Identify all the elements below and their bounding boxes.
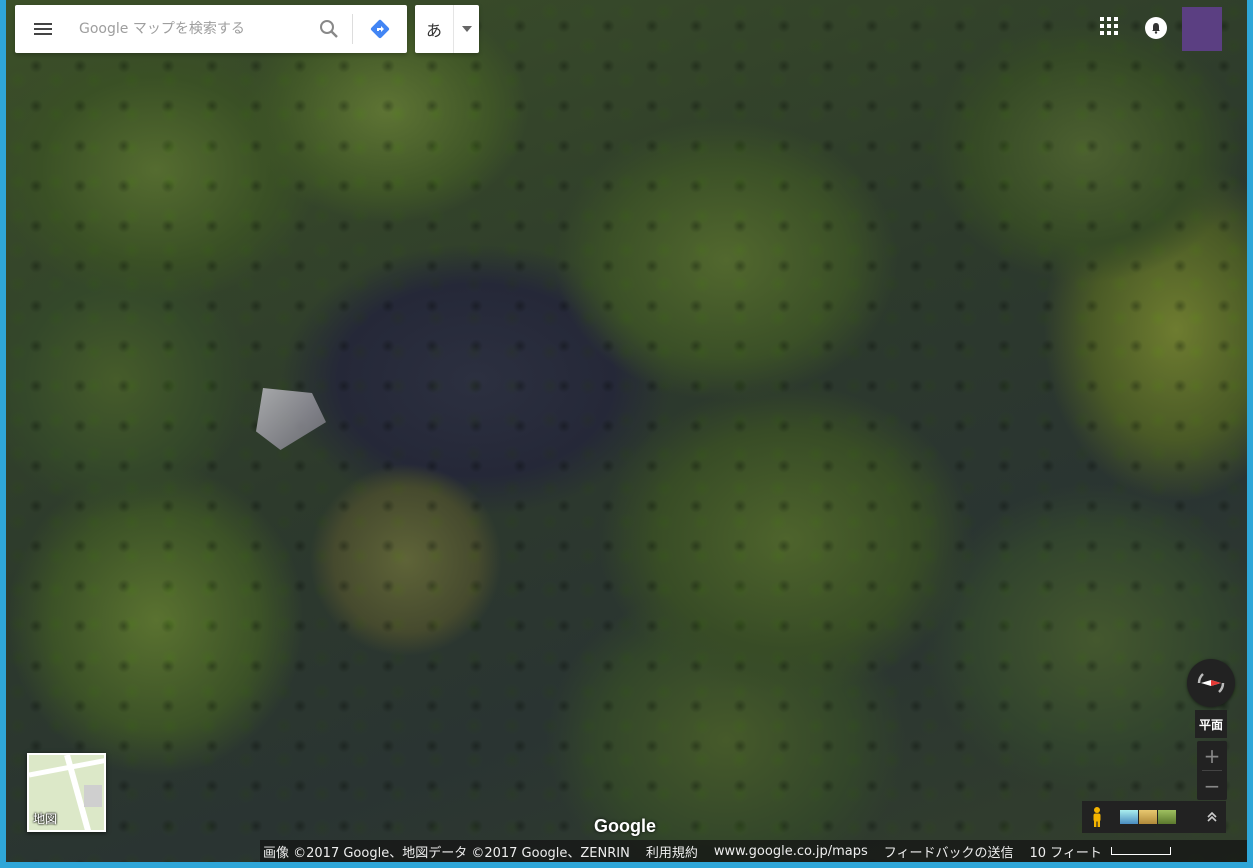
pegman-icon: [1093, 807, 1101, 827]
maps-url-link[interactable]: www.google.co.jp/maps: [711, 844, 871, 859]
street-view-imagery-bar: [1082, 801, 1226, 833]
search-button[interactable]: [306, 5, 352, 53]
input-method-button[interactable]: あ: [415, 17, 453, 41]
compass-icon: [1197, 673, 1225, 693]
minus-icon: −: [1203, 773, 1221, 798]
map-view-toggle[interactable]: 地図: [27, 753, 106, 832]
plus-icon: +: [1203, 743, 1221, 768]
imagery-thumbnails: [1120, 810, 1176, 824]
zoom-out-button[interactable]: −: [1197, 771, 1227, 800]
expand-imagery-button[interactable]: [1198, 801, 1226, 833]
minimap-label: 地図: [33, 812, 58, 826]
terms-link[interactable]: 利用規約: [643, 842, 701, 861]
map-footer: 画像 ©2017 Google、地図データ ©2017 Google、ZENRI…: [260, 840, 1247, 862]
scale-bar: [1110, 847, 1171, 855]
imagery-thumbnail[interactable]: [1158, 810, 1176, 824]
bell-icon: [1152, 23, 1160, 34]
input-method-dropdown[interactable]: [453, 5, 479, 53]
search-icon: [320, 20, 338, 38]
satellite-map-view[interactable]: [6, 0, 1247, 862]
notifications-button[interactable]: [1145, 17, 1167, 39]
hamburger-icon: [34, 23, 52, 35]
zoom-in-button[interactable]: +: [1197, 741, 1227, 770]
imagery-thumbnail[interactable]: [1139, 810, 1157, 824]
imagery-attribution: 画像 ©2017 Google、地図データ ©2017 Google、ZENRI…: [263, 845, 630, 861]
tilt-toggle-button[interactable]: 平面: [1195, 710, 1227, 738]
pegman-button[interactable]: [1082, 801, 1112, 833]
chevron-up-icon: [1207, 811, 1217, 822]
directions-icon: [370, 19, 390, 39]
input-method-selector: あ: [415, 5, 479, 53]
zoom-control: + −: [1197, 741, 1227, 800]
caret-down-icon: [461, 26, 472, 32]
compass-button[interactable]: [1187, 659, 1235, 707]
account-avatar[interactable]: [1182, 7, 1222, 51]
feedback-link[interactable]: フィードバックの送信: [881, 842, 1017, 861]
google-logo: Google: [594, 816, 656, 836]
scale-label[interactable]: 10 フィート: [1027, 842, 1105, 861]
imagery-thumbnail[interactable]: [1120, 810, 1138, 824]
menu-button[interactable]: [15, 5, 71, 53]
apps-button[interactable]: [1100, 17, 1120, 37]
directions-button[interactable]: [353, 5, 407, 53]
search-box: [15, 5, 407, 53]
map-texture: [6, 0, 1247, 862]
search-input[interactable]: [71, 5, 306, 53]
